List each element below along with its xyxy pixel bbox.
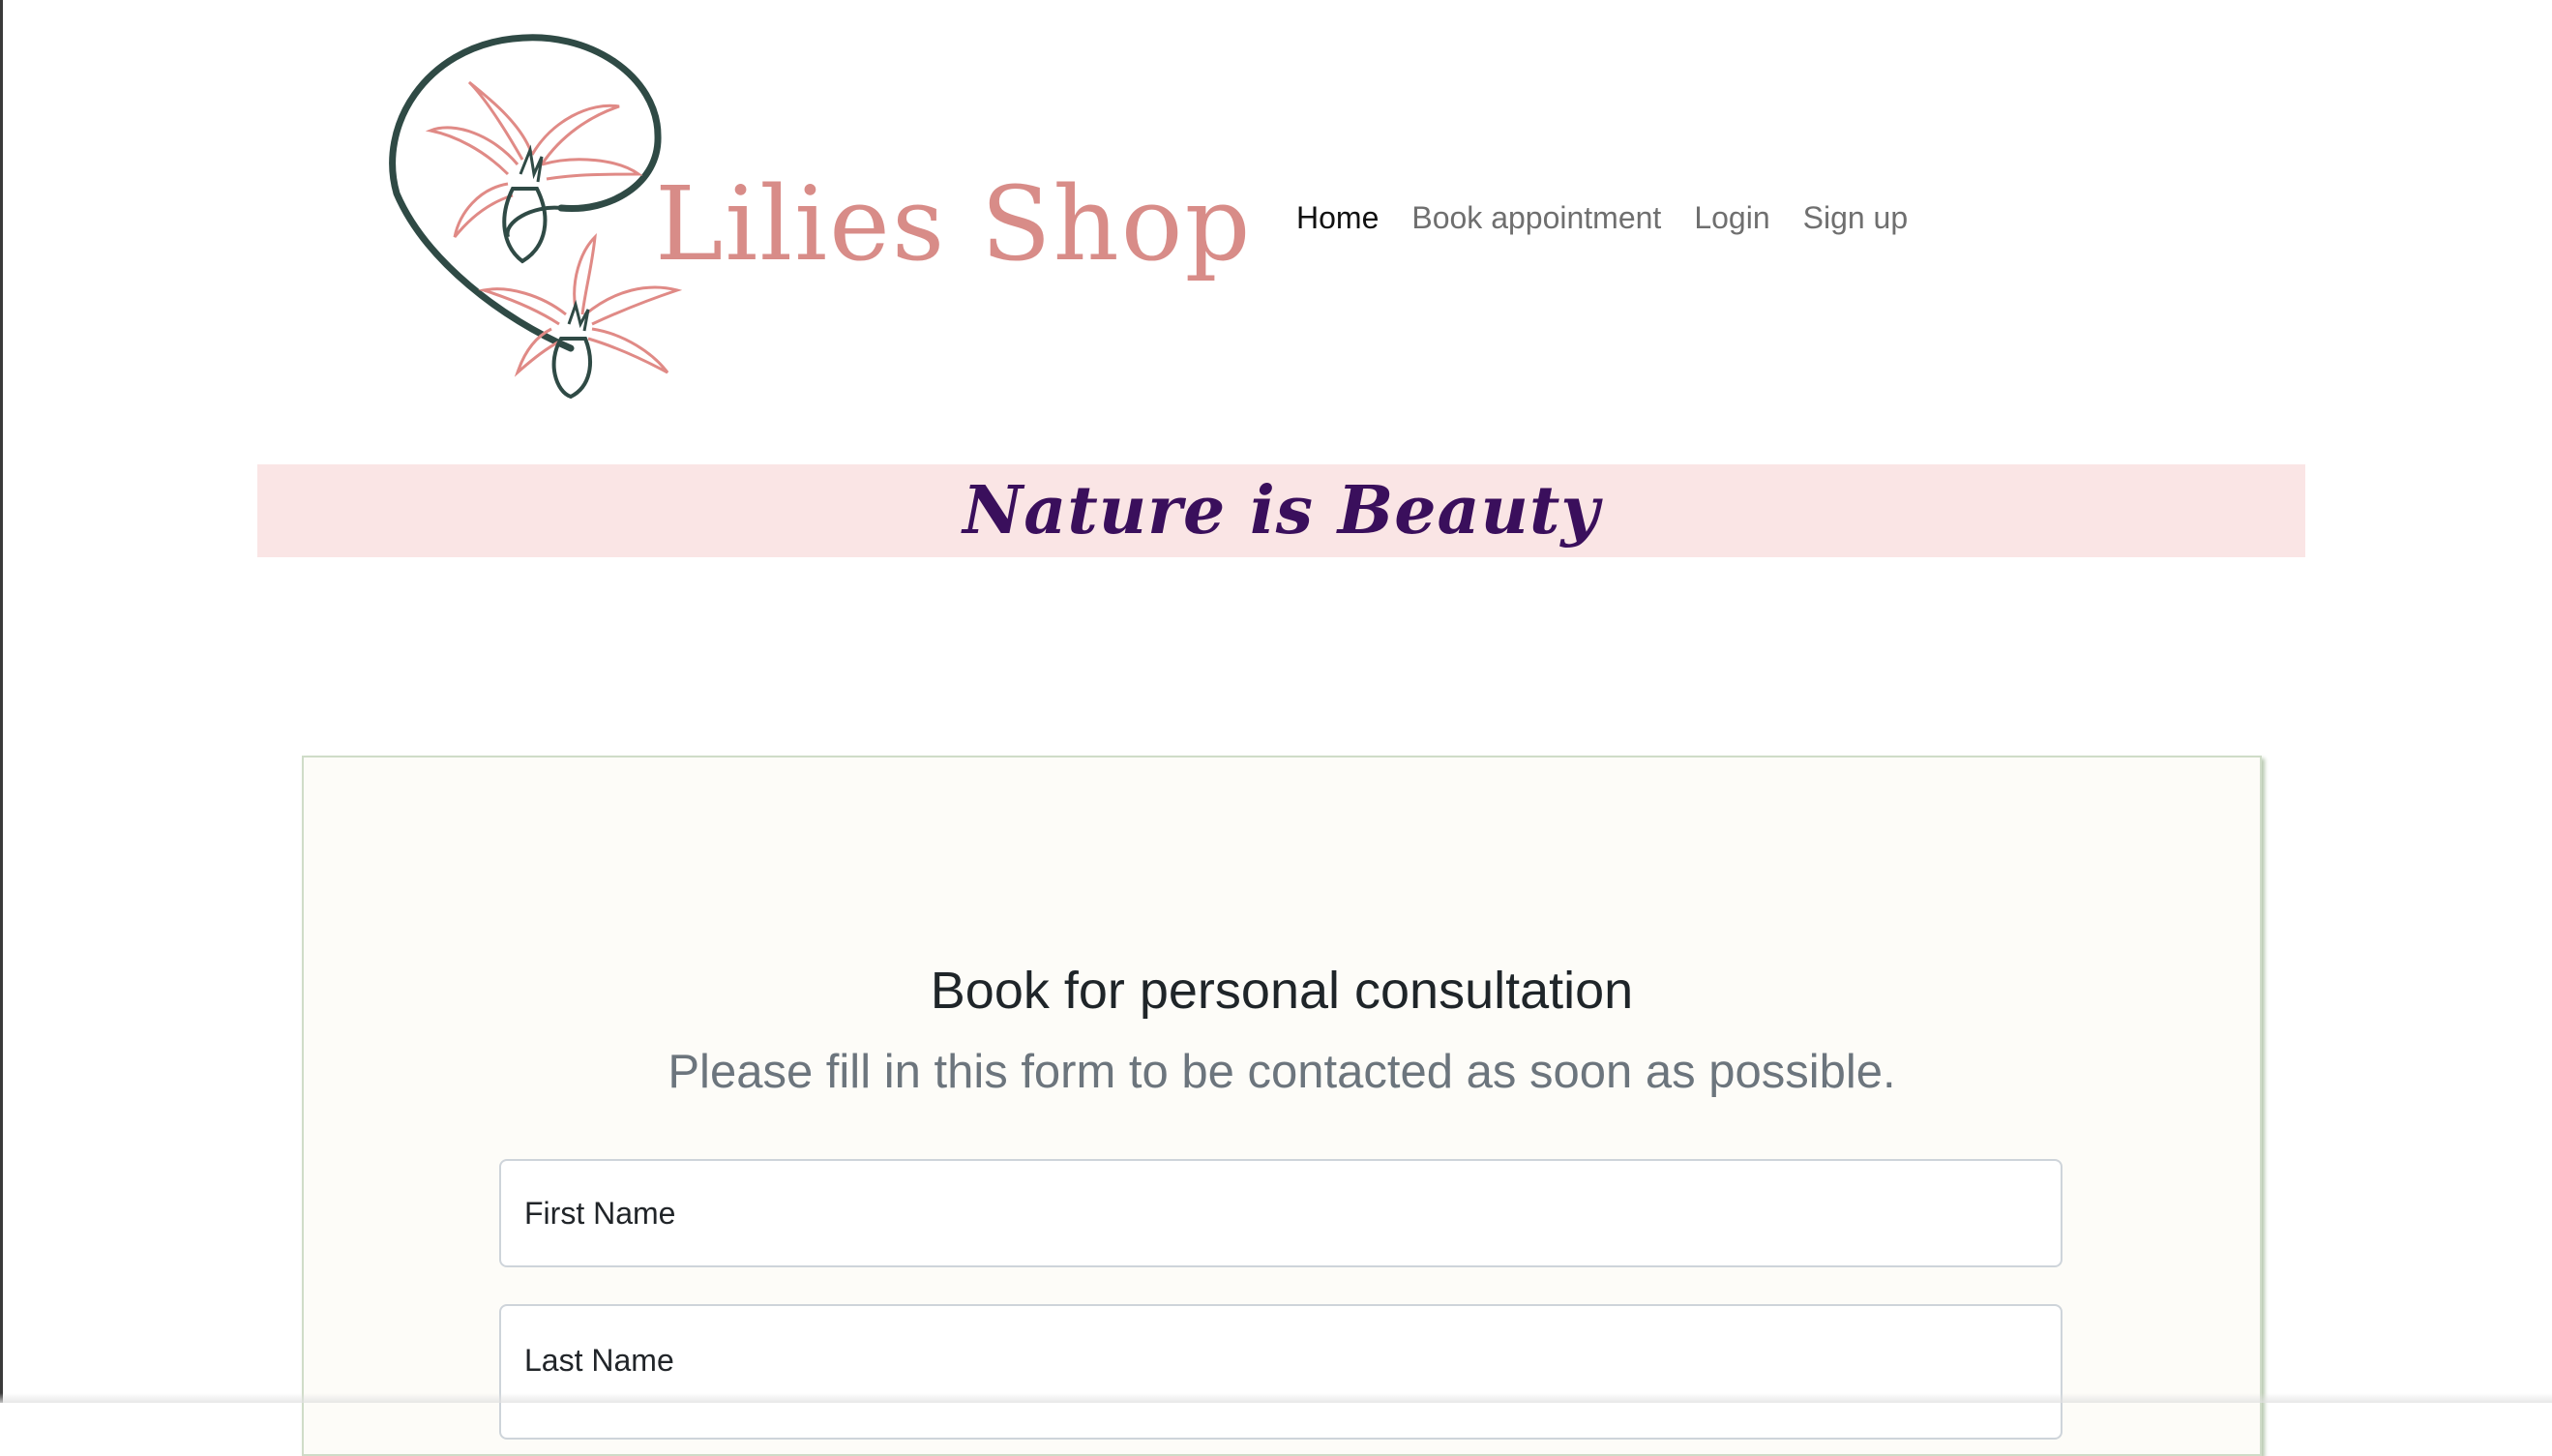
nav-book-appointment[interactable]: Book appointment: [1411, 200, 1661, 236]
last-name-field: [499, 1304, 2062, 1440]
first-name-input[interactable]: [501, 1161, 2061, 1265]
tagline-banner: Nature is Beauty: [257, 464, 2305, 557]
booking-form-card: Book for personal consultation Please fi…: [302, 756, 2262, 1456]
window-edge: [0, 0, 3, 1403]
tagline-text: Nature is Beauty: [963, 472, 1600, 550]
window-bottom-edge: [0, 1393, 2552, 1403]
nav-home[interactable]: Home: [1296, 200, 1379, 236]
nav-login[interactable]: Login: [1694, 200, 1769, 236]
nav-sign-up[interactable]: Sign up: [1803, 200, 1909, 236]
form-title: Book for personal consultation: [930, 962, 1634, 1020]
brand-name: Lilies Shop: [655, 164, 1253, 283]
first-name-field: [499, 1159, 2062, 1267]
main-nav: Home Book appointment Login Sign up: [1296, 193, 1941, 242]
brand-logo[interactable]: Lilies Shop: [387, 29, 1250, 406]
form-subtitle: Please fill in this form to be contacted…: [668, 1046, 1896, 1098]
